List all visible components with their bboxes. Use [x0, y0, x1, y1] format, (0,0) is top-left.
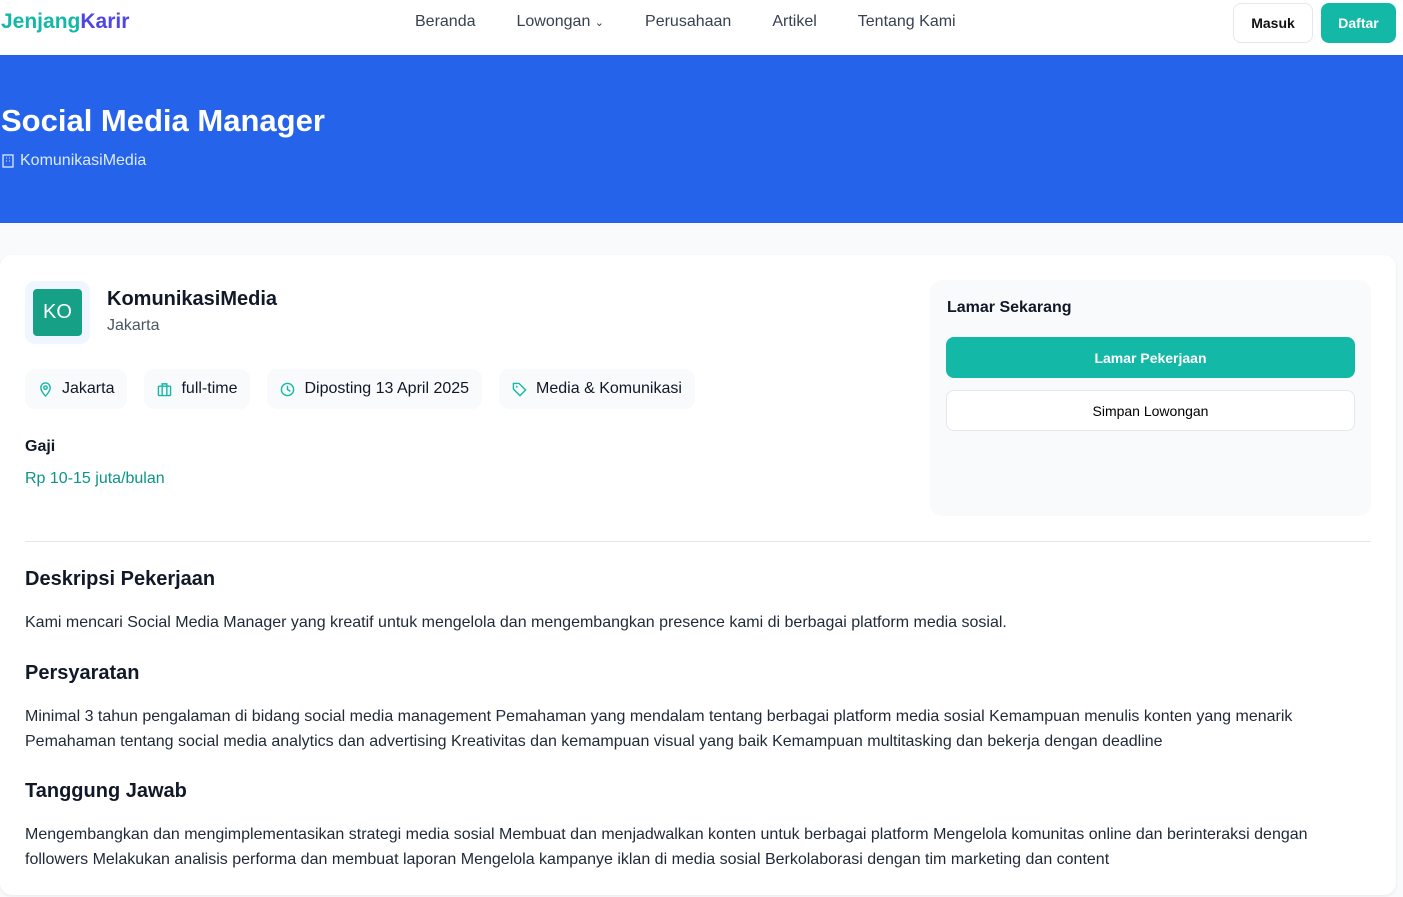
nav-perusahaan[interactable]: Perusahaan: [645, 13, 731, 31]
navbar: JenjangKarir Beranda Lowongan ⌄ Perusaha…: [0, 0, 1403, 55]
company-name[interactable]: KomunikasiMedia: [107, 288, 277, 311]
register-button[interactable]: Daftar: [1321, 3, 1396, 43]
job-title: Social Media Manager: [1, 103, 325, 138]
section-responsibilities: Tanggung Jawab Mengembangkan dan mengimpl…: [25, 780, 1308, 868]
nav-tentang-kami[interactable]: Tentang Kami: [858, 13, 956, 31]
nav-lowongan[interactable]: Lowongan ⌄: [517, 13, 605, 31]
company-logo: KO: [25, 281, 90, 344]
building-icon: [2, 154, 14, 168]
apply-panel: Lamar Sekarang Lamar Pekerjaan Simpan Lo…: [930, 280, 1371, 516]
nav-artikel[interactable]: Artikel: [772, 13, 816, 31]
section-requirements: Persyaratan Minimal 3 tahun pengalaman di…: [25, 662, 1293, 750]
job-detail-card: KO KomunikasiMedia Jakarta Jakarta full-…: [0, 255, 1396, 895]
nav-beranda[interactable]: Beranda: [415, 13, 476, 31]
chip-category: Media & Komunikasi: [499, 369, 695, 409]
map-pin-icon: [40, 381, 51, 397]
apply-button[interactable]: Lamar Pekerjaan: [946, 337, 1355, 378]
clock-icon: [281, 382, 295, 396]
tag-icon: [512, 382, 527, 397]
salary-label: Gaji: [25, 438, 56, 455]
section-description: Deskripsi Pekerjaan Kami mencari Social M…: [25, 568, 1007, 631]
company-location: Jakarta: [107, 317, 160, 334]
hero-company: KomunikasiMedia: [20, 152, 147, 169]
login-button[interactable]: Masuk: [1233, 3, 1313, 43]
logo[interactable]: JenjangKarir: [1, 10, 129, 34]
salary-value: Rp 10-15 juta/bulan: [25, 470, 165, 487]
chip-job-type: full-time: [144, 369, 251, 409]
briefcase-icon: [158, 382, 172, 396]
chip-location: Jakarta: [25, 369, 128, 409]
apply-title: Lamar Sekarang: [947, 299, 1072, 316]
divider: [25, 541, 1371, 542]
save-job-button[interactable]: Simpan Lowongan: [946, 390, 1355, 431]
hero-banner: Social Media Manager KomunikasiMedia: [0, 55, 1403, 223]
chip-posted-date: Diposting 13 April 2025: [267, 369, 483, 409]
chevron-down-icon: ⌄: [594, 17, 605, 29]
